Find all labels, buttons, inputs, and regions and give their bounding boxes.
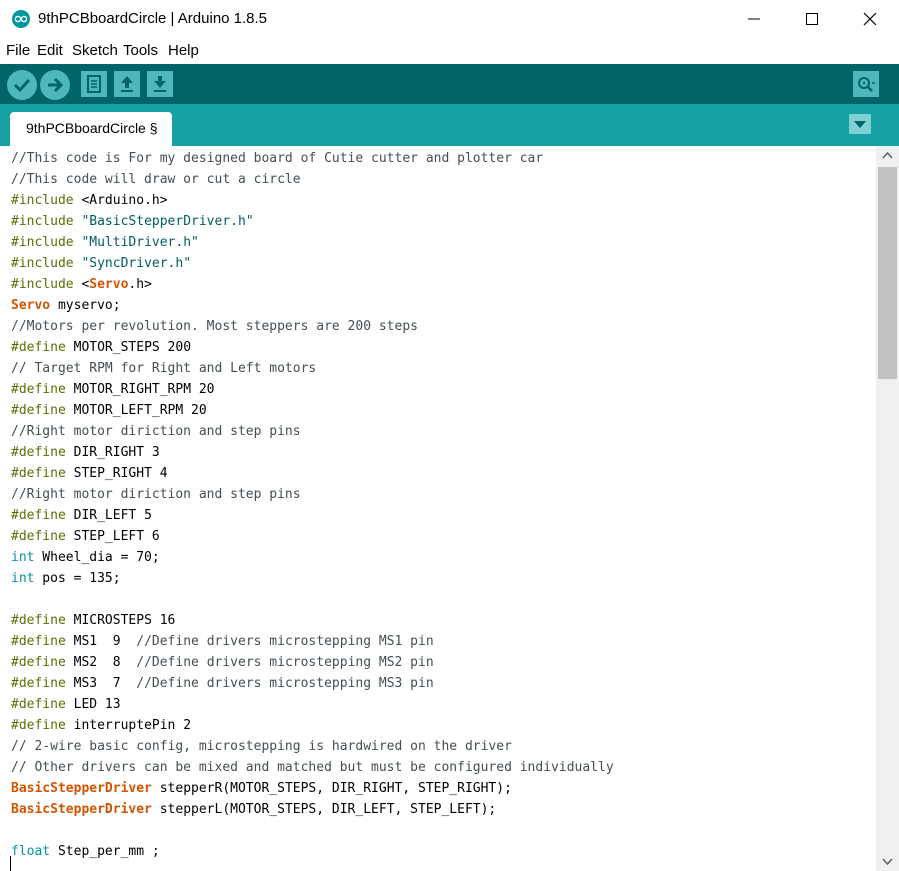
upload-icon (48, 77, 64, 93)
save-icon (154, 76, 166, 92)
close-icon (863, 12, 877, 26)
code-line: #define DIR_RIGHT 3 (11, 445, 160, 460)
tab-menu-button[interactable] (849, 114, 871, 134)
code-line: BasicStepperDriver stepperL(MOTOR_STEPS,… (11, 802, 497, 817)
menu-file[interactable]: File (6, 42, 30, 59)
code-line: #include <Arduino.h> (11, 193, 168, 208)
upload-button[interactable] (40, 70, 70, 100)
code-line: #include <Servo.h> (11, 277, 152, 292)
tab-bar: 9thPCBboardCircle § (0, 104, 899, 146)
code-line: #include "SyncDriver.h" (11, 256, 192, 271)
code-line: BasicStepperDriver stepperR(MOTOR_STEPS,… (11, 781, 512, 796)
code-line: int pos = 135; (11, 571, 121, 586)
toolbar (0, 64, 899, 104)
code-line: // 2-wire basic config, microstepping is… (11, 739, 512, 754)
new-icon (87, 75, 101, 93)
menu-help[interactable]: Help (168, 42, 199, 59)
code-line: //Right motor diriction and step pins (11, 424, 301, 439)
arduino-logo-icon (12, 10, 30, 28)
code-line: #define MS1 9 //Define drivers microstep… (11, 634, 434, 649)
menu-sketch[interactable]: Sketch (72, 42, 118, 59)
scroll-down-button[interactable] (876, 853, 899, 871)
code-line: #include "MultiDriver.h" (11, 235, 199, 250)
scroll-up-button[interactable] (876, 146, 899, 164)
menu-tools[interactable]: Tools (123, 42, 158, 59)
tab-menu-icon (854, 121, 866, 128)
verify-icon (13, 78, 31, 93)
chevron-up-icon (882, 151, 893, 159)
window-title: 9thPCBboardCircle | Arduino 1.8.5 (38, 10, 268, 27)
open-icon (121, 76, 133, 92)
verify-button[interactable] (7, 70, 37, 100)
code-line: #define STEP_LEFT 6 (11, 529, 160, 544)
code-line: //This code is For my designed board of … (11, 151, 544, 166)
menu-bar: File Edit Sketch Tools Help (0, 38, 899, 64)
code-line: #define MOTOR_STEPS 200 (11, 340, 192, 355)
save-button[interactable] (147, 71, 173, 97)
open-button[interactable] (114, 71, 140, 97)
code-line: //Motors per revolution. Most steppers a… (11, 319, 418, 334)
code-line: float Step_per_mm ; (11, 844, 160, 859)
code-line: #define DIR_LEFT 5 (11, 508, 152, 523)
menu-edit[interactable]: Edit (37, 42, 63, 59)
code-line: #define LED 13 (11, 697, 121, 712)
code-editor[interactable]: //This code is For my designed board of … (0, 146, 876, 871)
scrollbar-thumb[interactable] (878, 167, 897, 379)
close-button[interactable] (841, 0, 899, 38)
code-line: #define MS3 7 //Define drivers microstep… (11, 676, 434, 691)
serial-monitor-button[interactable] (853, 71, 879, 97)
minimize-button[interactable] (725, 0, 783, 38)
minimize-icon (748, 18, 760, 20)
code-line: // Target RPM for Right and Left motors (11, 361, 317, 376)
vertical-scrollbar[interactable] (876, 146, 899, 871)
title-bar: 9thPCBboardCircle | Arduino 1.8.5 (0, 0, 899, 38)
maximize-icon (806, 13, 818, 25)
code-line: //Right motor diriction and step pins (11, 487, 301, 502)
code-line: #define MOTOR_LEFT_RPM 20 (11, 403, 207, 418)
code-line: int Wheel_dia = 70; (11, 550, 160, 565)
code-line: #define MOTOR_RIGHT_RPM 20 (11, 382, 215, 397)
code-line: // Other drivers can be mixed and matche… (11, 760, 614, 775)
maximize-button[interactable] (783, 0, 841, 38)
code-line: #define interruptePin 2 (11, 718, 192, 733)
serial-monitor-icon (858, 77, 875, 92)
tab-sketch[interactable]: 9thPCBboardCircle § (10, 112, 172, 146)
code-line: Servo myservo; (11, 298, 121, 313)
text-cursor (10, 856, 11, 871)
new-button[interactable] (81, 71, 107, 97)
code-line: //This code will draw or cut a circle (11, 172, 301, 187)
code-line: #define STEP_RIGHT 4 (11, 466, 168, 481)
code-line: #define MS2 8 //Define drivers microstep… (11, 655, 434, 670)
code-line: #define MICROSTEPS 16 (11, 613, 176, 628)
chevron-down-icon (882, 858, 893, 866)
code-line: #include "BasicStepperDriver.h" (11, 214, 254, 229)
tab-label: 9thPCBboardCircle § (26, 120, 158, 136)
